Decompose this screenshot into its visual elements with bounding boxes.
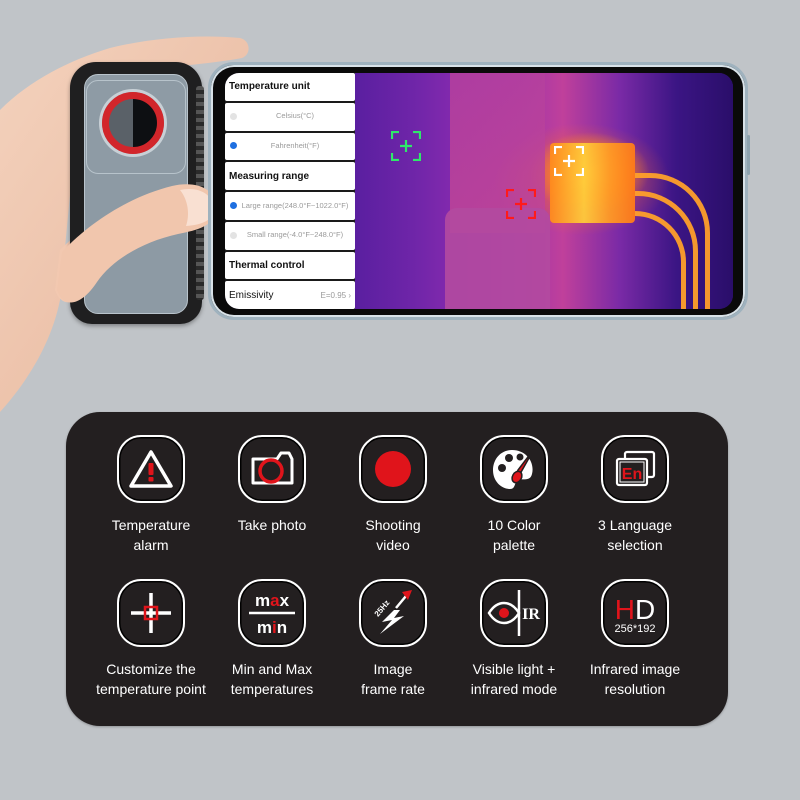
fahrenheit-radio[interactable] [230,142,237,150]
feature-color-palette: 10 Color palette [449,435,579,555]
hd-resolution-icon: HD 256*192 [601,579,669,647]
thermal-control-heading: Thermal control [225,251,355,280]
svg-text:min: min [257,618,287,637]
chevron-right-icon: › [348,290,351,300]
camera-lens [102,92,164,154]
feature-label-line2: video [376,537,410,553]
record-icon [359,435,427,503]
thermal-camera-attachment [70,62,204,324]
fahrenheit-label: Fahrenheit(°F) [270,141,320,151]
feature-min-max-temperatures: max min Min and Max temperatures [207,579,337,699]
visible-ir-icon: IR [480,579,548,647]
measuring-range-heading: Measuring range [225,162,355,190]
feature-language-selection: En 3 Language selection [570,435,700,555]
feature-label-line1: 3 Language [598,517,672,533]
large-range-radio[interactable] [230,201,237,209]
feature-infrared-resolution: HD 256*192 Infrared image resolution [570,579,700,699]
frame-rate-icon: 25Hz [359,579,427,647]
celsius-radio[interactable] [230,112,237,120]
feature-label-line2: selection [607,537,663,553]
feature-label-line2: temperatures [230,681,314,697]
feature-label-line1: Min and Max [231,661,313,677]
feature-label-line2: frame rate [361,681,425,697]
feature-customize-temperature-point: Customize the temperature point [86,579,216,699]
feature-label-line2: infrared mode [470,681,558,697]
feature-label-line1: Image [373,661,413,677]
feature-label-line2: temperature point [96,681,206,697]
device-grip [196,86,204,300]
feature-label-line1: Shooting [365,517,421,533]
feature-label-line2: resolution [604,681,666,697]
feature-label-line2: alarm [133,537,169,553]
celsius-label: Celsius(°C) [275,111,314,121]
emissivity-label: Emissivity [229,289,274,301]
phone-screen: Temperature unit Celsius(°C) Fahrenheit(… [225,73,733,309]
feature-label-line1: Infrared image [589,661,681,677]
feature-label-line1: Temperature [111,517,191,533]
palette-icon [480,435,548,503]
svg-text:max: max [255,591,290,610]
feature-shooting-video: Shooting video [328,435,458,555]
phone-side-button [747,135,750,175]
feature-label-line1: Take photo [237,517,307,533]
ir-text: IR [522,606,540,623]
crosshair-icon [117,579,185,647]
large-range-label: Large range(248.0°F~1022.0°F) [241,200,349,210]
fahrenheit-option[interactable]: Fahrenheit(°F) [225,132,355,161]
reference-point-marker[interactable] [391,131,421,161]
hd-resolution-sub: 256*192 [615,623,656,635]
small-range-radio[interactable] [230,231,237,239]
smartphone: Temperature unit Celsius(°C) Fahrenheit(… [208,62,750,320]
features-panel: Temperature alarm Take photo Shooting vide… [66,412,728,726]
camera-icon [238,435,306,503]
min-temp-point-marker[interactable] [506,189,536,219]
feature-take-photo: Take photo [207,435,337,535]
svg-text:HD: HD [615,594,655,625]
small-range-label: Small range(-4.0°F~248.0°F) [246,230,344,240]
language-icon: En [601,435,669,503]
feature-image-frame-rate: 25Hz Image frame rate [328,579,458,699]
feature-visible-infrared-mode: IR Visible light + infrared mode [449,579,579,699]
emissivity-value: E=0.95 › [320,290,351,300]
small-range-option[interactable]: Small range(-4.0°F~248.0°F) [225,221,355,250]
settings-panel: Temperature unit Celsius(°C) Fahrenheit(… [225,73,355,309]
max-temp-point-marker[interactable] [554,146,584,176]
warning-icon [117,435,185,503]
thermal-breaker-legs [445,208,550,309]
feature-temperature-alarm: Temperature alarm [86,435,216,555]
thermal-image-view[interactable] [355,73,733,309]
feature-label-line1: Visible light + [472,661,556,677]
celsius-option[interactable]: Celsius(°C) [225,102,355,131]
temperature-unit-heading: Temperature unit [225,73,355,101]
feature-label-line2: palette [492,537,536,553]
large-range-option[interactable]: Large range(248.0°F~1022.0°F) [225,192,355,220]
language-icon-text: En [622,466,642,483]
max-min-icon: max min [238,579,306,647]
feature-label-line1: Customize the [106,661,196,677]
emissivity-row[interactable]: Emissivity E=0.95 › [225,281,355,309]
feature-label-line1: 10 Color [487,517,541,533]
